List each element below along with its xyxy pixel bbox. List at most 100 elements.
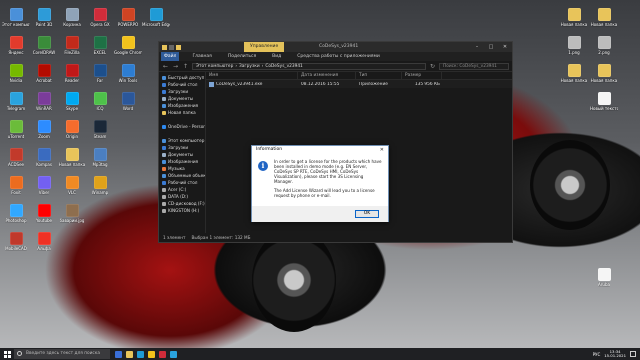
- information-dialog[interactable]: Information ✕ i In order to get a licens…: [251, 145, 389, 222]
- desktop-icon[interactable]: Origin: [58, 120, 86, 146]
- up-arrow-icon[interactable]: ↑: [182, 63, 189, 70]
- desktop-icon[interactable]: Foxit: [2, 176, 30, 202]
- desktop-icon[interactable]: Youtube: [30, 204, 58, 230]
- tab-app-tools[interactable]: Средства работы с приложениями: [294, 52, 383, 61]
- desktop-icon[interactable]: баварии.jpg: [58, 204, 86, 230]
- taskbar-app-icon[interactable]: [126, 350, 133, 358]
- table-row[interactable]: CoDeSys_v23941.exe 08.12.2016 15:55 Прил…: [206, 80, 512, 88]
- desktop-icon[interactable]: Новая папка: [560, 64, 588, 90]
- taskbar-app-icon[interactable]: [148, 350, 155, 358]
- nav-item[interactable]: Документы: [159, 151, 205, 158]
- desktop-icon[interactable]: MobileCAD: [2, 232, 30, 258]
- new-folder-icon[interactable]: [176, 44, 181, 50]
- desktop-icon[interactable]: Microsoft Edge: [142, 8, 170, 34]
- desktop-icon[interactable]: Новая папка: [590, 64, 618, 90]
- desktop-icon[interactable]: Mp3tag: [86, 148, 114, 174]
- notification-icon[interactable]: [630, 351, 636, 357]
- nav-item[interactable]: KINGSTON (H:): [159, 207, 205, 214]
- properties-icon[interactable]: [169, 44, 174, 50]
- tab-view[interactable]: Вид: [269, 52, 284, 61]
- desktop-icon[interactable]: uTorrent: [2, 120, 30, 146]
- search-input[interactable]: Поиск: CoDeSys_v23941: [439, 62, 509, 70]
- start-button[interactable]: [0, 348, 14, 360]
- tab-share[interactable]: Поделиться: [225, 52, 259, 61]
- desktop-icon[interactable]: 1.png: [560, 36, 588, 62]
- dialog-title-bar[interactable]: Information ✕: [252, 146, 388, 154]
- desktop-icon[interactable]: 2.png: [590, 36, 618, 62]
- close-icon[interactable]: ✕: [380, 146, 384, 154]
- ok-button[interactable]: OK: [355, 210, 379, 218]
- nav-item[interactable]: Acer (C:): [159, 186, 205, 193]
- nav-item[interactable]: Документы: [159, 95, 205, 102]
- language-indicator[interactable]: РУС: [593, 352, 601, 357]
- desktop-icon[interactable]: Winamp: [86, 176, 114, 202]
- nav-item[interactable]: Объемные объекты: [159, 172, 205, 179]
- desktop-icon[interactable]: Этот компьютер: [2, 8, 30, 34]
- desktop-icon[interactable]: Kompas: [30, 148, 58, 174]
- nav-item[interactable]: Изображения: [159, 102, 205, 109]
- desktop-icon[interactable]: Acrobat: [30, 64, 58, 90]
- desktop-icon[interactable]: WinRAR: [30, 92, 58, 118]
- desktop-icon[interactable]: Яндекс: [2, 36, 30, 62]
- desktop-icon[interactable]: Новый текстовый: [590, 92, 618, 118]
- nav-item[interactable]: OneDrive - Person: [159, 123, 205, 130]
- desktop-icon[interactable]: Word: [114, 92, 142, 118]
- taskbar-search-input[interactable]: Введите здесь текст для поиска: [14, 349, 110, 359]
- forward-arrow-icon[interactable]: →: [172, 63, 179, 70]
- desktop-icon[interactable]: Google Chrome: [114, 36, 142, 62]
- nav-item[interactable]: Загрузки: [159, 88, 205, 95]
- desktop-icon[interactable]: Nvidia: [2, 64, 30, 90]
- maximize-icon[interactable]: □: [484, 42, 498, 52]
- clock[interactable]: 13:34 15.01.2021: [604, 349, 626, 359]
- desktop-icon[interactable]: Win Tools: [114, 64, 142, 90]
- nav-item[interactable]: Этот компьютер: [159, 137, 205, 144]
- desktop-icon[interactable]: Reader: [58, 64, 86, 90]
- taskbar-app-icon[interactable]: [159, 350, 166, 358]
- column-size[interactable]: Размер: [402, 72, 442, 79]
- desktop-icon[interactable]: Новая папка: [58, 148, 86, 174]
- address-bar[interactable]: Этот компьютер › Загрузки › CoDeSys_v239…: [192, 62, 426, 70]
- desktop-icon[interactable]: Paint 3D: [30, 8, 58, 34]
- nav-item[interactable]: Загрузки: [159, 144, 205, 151]
- context-tab-manage[interactable]: Управление: [244, 42, 285, 52]
- nav-item[interactable]: Музыка: [159, 165, 205, 172]
- close-icon[interactable]: ✕: [498, 42, 512, 52]
- desktop-icon[interactable]: VLC: [58, 176, 86, 202]
- nav-item[interactable]: Быстрый доступ: [159, 74, 205, 81]
- taskbar-app-icon[interactable]: [115, 350, 122, 358]
- desktop-icon[interactable]: Корзина: [58, 8, 86, 34]
- desktop-icon[interactable]: ACDSee: [2, 148, 30, 174]
- desktop-icon[interactable]: Aruba: [590, 268, 618, 294]
- column-type[interactable]: Тип: [356, 72, 402, 79]
- column-name[interactable]: Имя: [206, 72, 298, 79]
- explorer-titlebar[interactable]: Управление CoDeSys_v23941 – □ ✕: [159, 42, 512, 52]
- desktop-icon[interactable]: Skype: [58, 92, 86, 118]
- nav-item[interactable]: Рабочий стол: [159, 179, 205, 186]
- nav-item[interactable]: DATA (D:): [159, 193, 205, 200]
- refresh-icon[interactable]: ↻: [429, 63, 436, 70]
- desktop-icon[interactable]: FileZilla: [58, 36, 86, 62]
- tab-home[interactable]: Главная: [189, 52, 214, 61]
- nav-item[interactable]: Рабочий стол: [159, 81, 205, 88]
- desktop-icon[interactable]: Новая папка: [590, 8, 618, 34]
- nav-item[interactable]: CD-дисковод (F:): [159, 200, 205, 207]
- desktop-icon[interactable]: CorelDRAW: [30, 36, 58, 62]
- desktop-icon[interactable]: Альфа: [30, 232, 58, 258]
- nav-item[interactable]: Новая папка: [159, 109, 205, 116]
- tab-file[interactable]: Файл: [161, 52, 180, 61]
- desktop-icon[interactable]: Steam: [86, 120, 114, 146]
- breadcrumb-item[interactable]: CoDeSys_v23941: [265, 64, 302, 69]
- taskbar-app-icon[interactable]: [170, 350, 177, 358]
- desktop-icon[interactable]: Новая папка: [560, 8, 588, 34]
- desktop-icon[interactable]: Far: [86, 64, 114, 90]
- desktop-icon[interactable]: Zoom: [30, 120, 58, 146]
- nav-item[interactable]: Изображения: [159, 158, 205, 165]
- desktop-icon[interactable]: POWERPO: [114, 8, 142, 34]
- taskbar-app-icon[interactable]: [137, 350, 144, 358]
- back-arrow-icon[interactable]: ←: [162, 63, 169, 70]
- column-date[interactable]: Дата изменения: [298, 72, 356, 79]
- desktop-icon[interactable]: Viber: [30, 176, 58, 202]
- breadcrumb-item[interactable]: Загрузки: [239, 64, 260, 69]
- desktop-icon[interactable]: Opera GX: [86, 8, 114, 34]
- breadcrumb-item[interactable]: Этот компьютер: [196, 64, 233, 69]
